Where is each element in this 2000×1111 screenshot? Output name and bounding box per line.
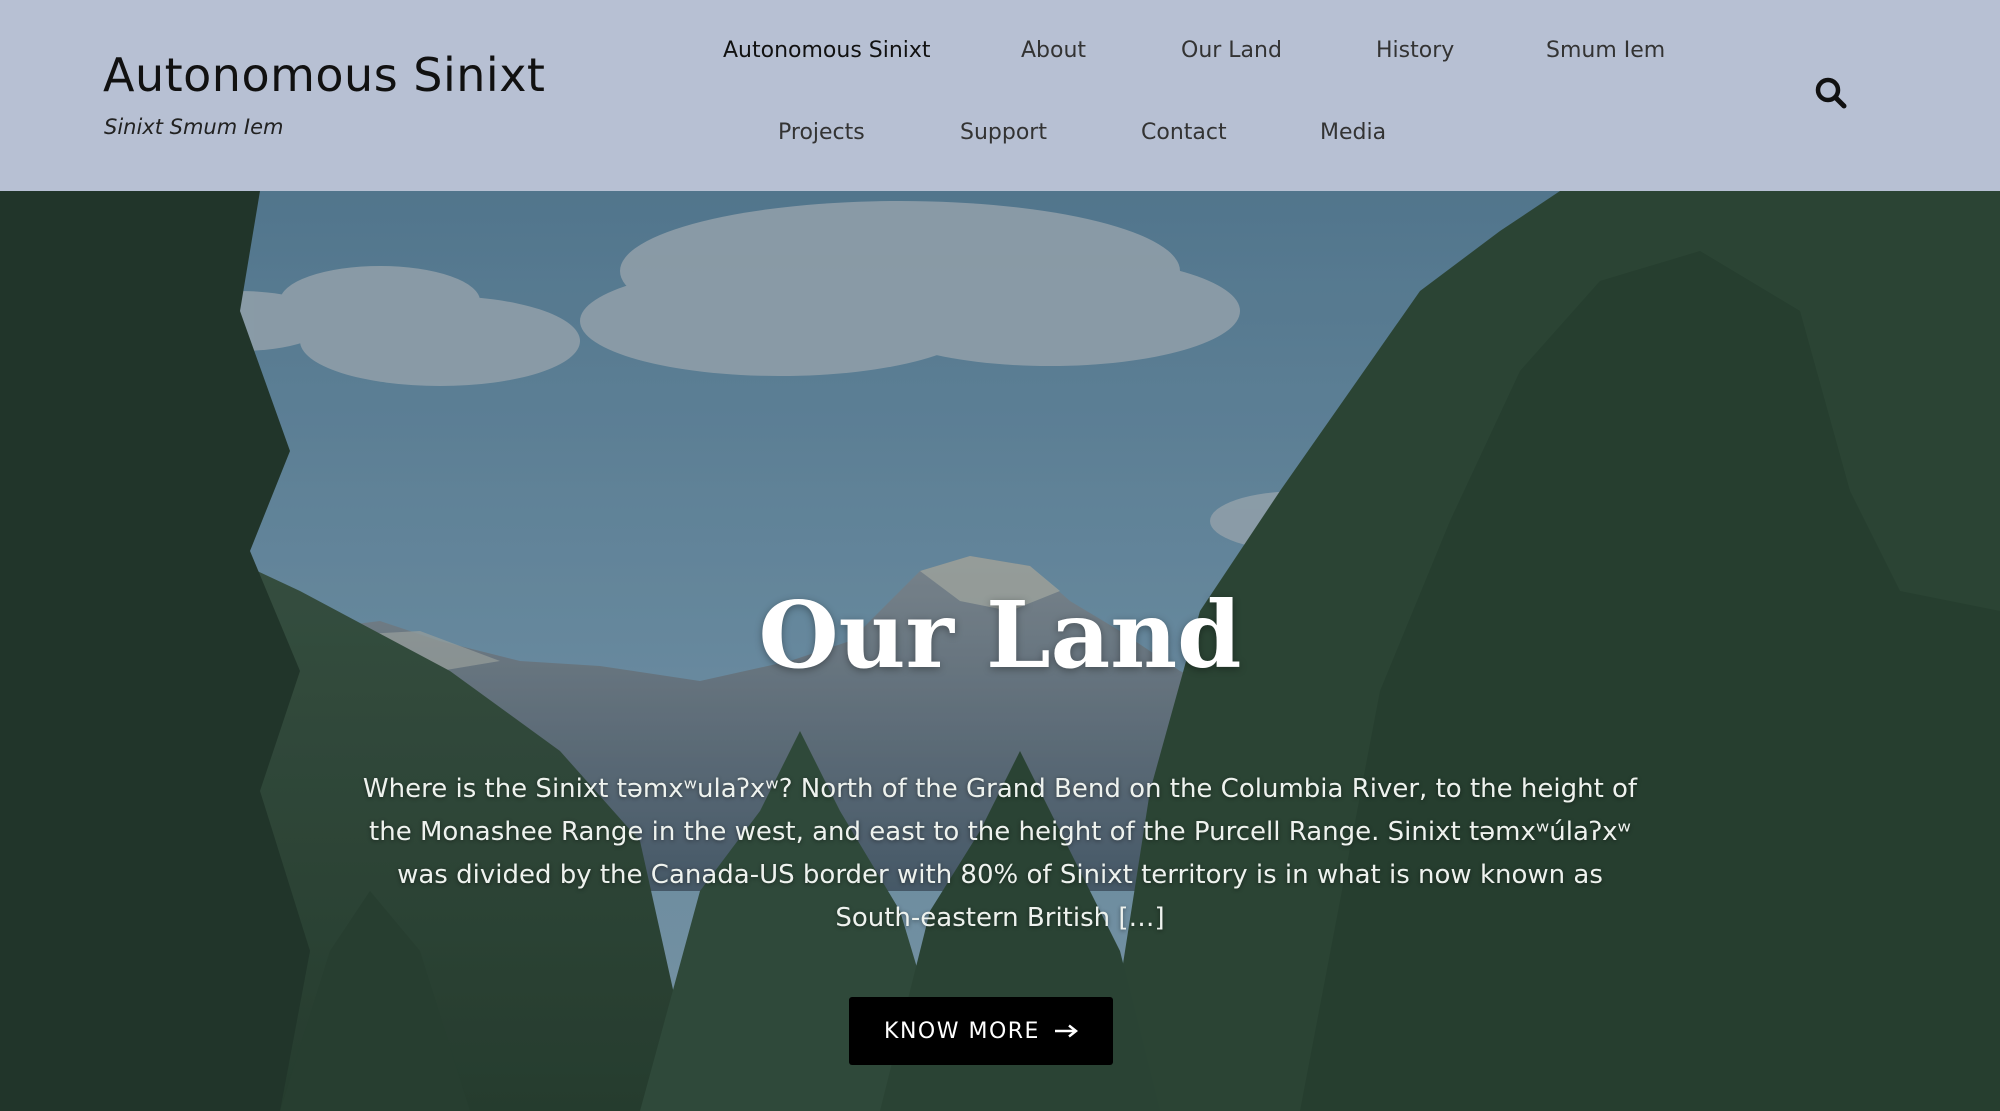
site-header: Autonomous Sinixt Sinixt Smum Iem Autono… bbox=[0, 0, 2000, 191]
hero-banner: Our Land Where is the Sinixt təmxʷulaʔxʷ… bbox=[0, 191, 2000, 1111]
nav-item-contact[interactable]: Contact bbox=[1141, 120, 1227, 145]
hero-title: Our Land bbox=[758, 581, 1242, 689]
nav-item-history[interactable]: History bbox=[1376, 38, 1454, 63]
nav-item-support[interactable]: Support bbox=[960, 120, 1047, 145]
nav-item-autonomous-sinixt[interactable]: Autonomous Sinixt bbox=[723, 38, 931, 63]
nav-item-media[interactable]: Media bbox=[1320, 120, 1386, 145]
site-tagline: Sinixt Smum Iem bbox=[104, 115, 284, 139]
know-more-button[interactable]: KNOW MORE bbox=[849, 997, 1113, 1065]
site-title[interactable]: Autonomous Sinixt bbox=[103, 48, 545, 102]
nav-item-smum-iem[interactable]: Smum Iem bbox=[1546, 38, 1665, 63]
nav-item-about[interactable]: About bbox=[1021, 38, 1086, 63]
search-button[interactable] bbox=[1814, 76, 1848, 110]
hero-excerpt: Where is the Sinixt təmxʷulaʔxʷ? North o… bbox=[362, 774, 1638, 933]
nav-item-projects[interactable]: Projects bbox=[778, 120, 865, 145]
search-icon bbox=[1815, 77, 1847, 109]
arrow-right-icon bbox=[1054, 1024, 1078, 1038]
know-more-label: KNOW MORE bbox=[884, 1018, 1040, 1044]
nav-item-our-land[interactable]: Our Land bbox=[1181, 38, 1282, 63]
